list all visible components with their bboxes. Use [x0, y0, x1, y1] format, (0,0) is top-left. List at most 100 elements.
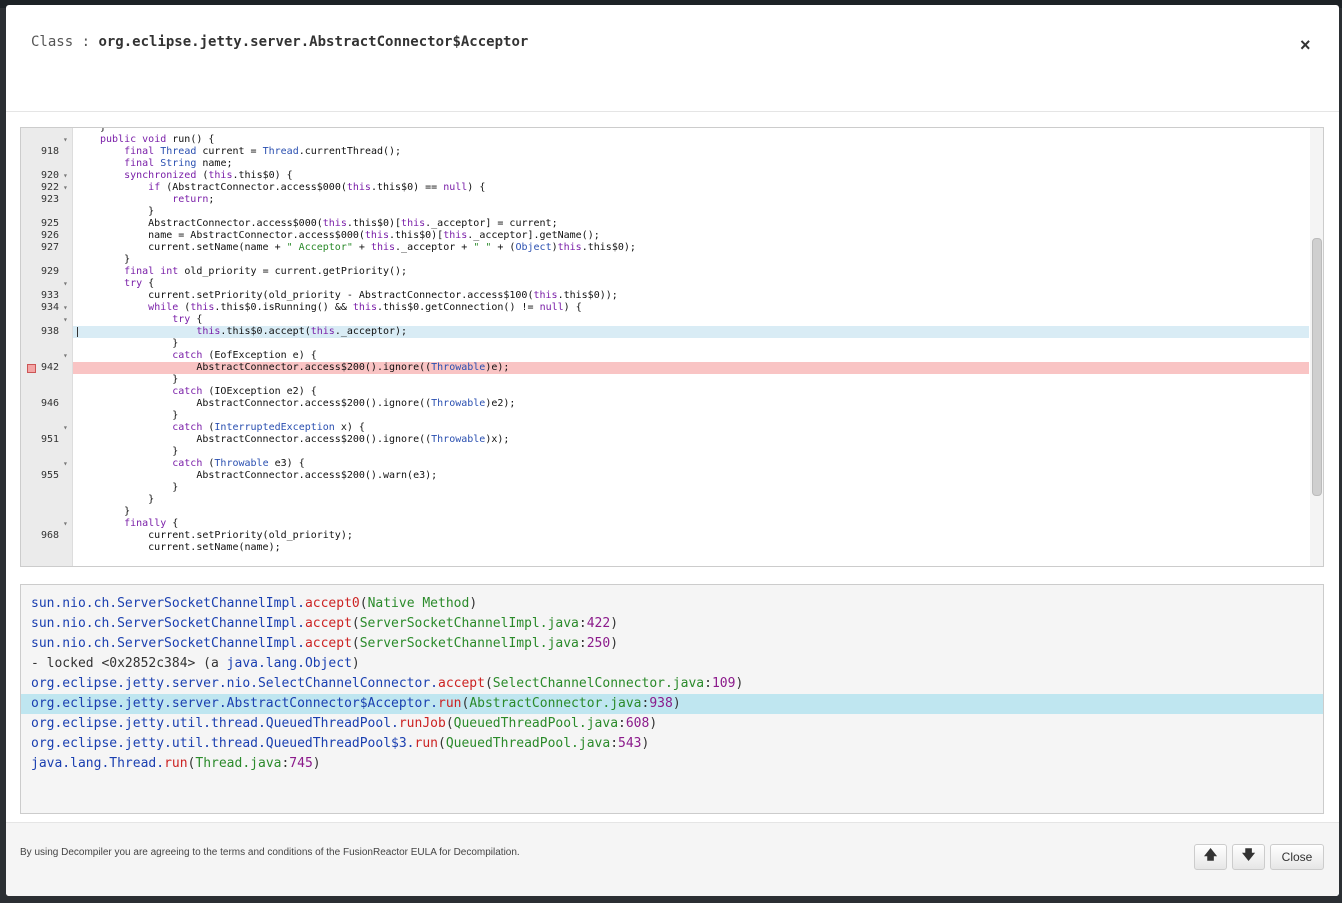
frame-mth: run — [438, 696, 462, 711]
fold-toggle-icon[interactable]: ▾ — [63, 518, 71, 530]
code-text: } — [100, 494, 155, 505]
code-text: } — [100, 410, 179, 421]
code-line: 918 final Thread current = Thread.curren… — [21, 146, 1309, 158]
frame-cls: org.eclipse.jetty.util.thread.QueuedThre… — [31, 716, 399, 731]
stack-frame-text: org.eclipse.jetty.server.nio.SelectChann… — [31, 674, 743, 694]
decompiler-dialog: Class : org.eclipse.jetty.server.Abstrac… — [6, 5, 1339, 896]
code-line: current.setName(name); — [21, 542, 1309, 554]
frame-plain: : — [704, 676, 712, 691]
code-text: current.setPriority(old_priority); — [100, 530, 353, 541]
code-line: 938 this.this$0.accept(this._acceptor); — [21, 326, 1309, 338]
stack-frame-text: sun.nio.ch.ServerSocketChannelImpl.accep… — [31, 614, 618, 634]
frame-num: 109 — [711, 676, 736, 691]
close-button[interactable]: Close — [1270, 844, 1324, 870]
fold-toggle-icon[interactable]: ▾ — [63, 350, 71, 362]
dialog-title: Class : org.eclipse.jetty.server.Abstrac… — [31, 34, 528, 50]
frame-plain: ) — [351, 656, 360, 671]
fold-toggle-icon[interactable]: ▾ — [63, 302, 71, 314]
stack-frame[interactable]: org.eclipse.jetty.server.AbstractConnect… — [21, 694, 1323, 714]
code-text: current.setName(name); — [100, 542, 281, 553]
stack-frame[interactable]: sun.nio.ch.ServerSocketChannelImpl.accep… — [21, 614, 1323, 634]
stack-frame[interactable]: org.eclipse.jetty.server.nio.SelectChann… — [21, 674, 1323, 694]
code-text: public void run() { — [100, 134, 215, 145]
code-line: } — [21, 206, 1309, 218]
code-text: catch (InterruptedException x) { — [172, 422, 365, 433]
fold-toggle-icon[interactable]: ▾ — [63, 182, 71, 194]
frame-num: 422 — [586, 616, 611, 631]
code-line: 933 current.setPriority(old_priority - A… — [21, 290, 1309, 302]
line-number: 920 — [40, 170, 59, 181]
close-icon[interactable]: × — [1300, 36, 1311, 54]
line-number: 923 — [40, 194, 59, 205]
line-number: 922 — [40, 182, 59, 193]
stack-frame-text: org.eclipse.jetty.server.AbstractConnect… — [31, 694, 681, 714]
dialog-header: Class : org.eclipse.jetty.server.Abstrac… — [6, 5, 1339, 112]
code-text: AbstractConnector.access$200().ignore((T… — [100, 398, 516, 409]
frame-src: QueuedThreadPool.java — [445, 736, 611, 751]
stack-frame-text: sun.nio.ch.ServerSocketChannelImpl.accep… — [31, 634, 618, 654]
code-line: ▾ catch (Throwable e3) { — [21, 458, 1309, 470]
frame-plain: ) — [312, 756, 321, 771]
frame-plain: ) — [641, 736, 650, 751]
code-scrollbar-thumb[interactable] — [1312, 238, 1322, 496]
frame-num: 938 — [649, 696, 673, 711]
stack-frame[interactable]: sun.nio.ch.ServerSocketChannelImpl.accep… — [21, 634, 1323, 654]
frame-plain: : — [610, 736, 619, 751]
previous-button[interactable]: 🡅 — [1194, 844, 1227, 870]
code-text: final String name; — [124, 158, 233, 169]
code-line: 922 ▾ if (AbstractConnector.access$000(th… — [21, 182, 1309, 194]
code-text: finally { — [124, 518, 179, 529]
frame-plain: ( — [445, 716, 454, 731]
code-line: final String name; — [21, 158, 1309, 170]
fold-toggle-icon[interactable]: ▾ — [63, 422, 71, 434]
code-line: 951 AbstractConnector.access$200().ignor… — [21, 434, 1309, 446]
stack-frame-text: org.eclipse.jetty.util.thread.QueuedThre… — [31, 714, 657, 734]
code-text: } — [100, 254, 131, 265]
frame-src: SelectChannelConnector.java — [492, 676, 705, 691]
frame-cls: org.eclipse.jetty.server.nio.SelectChann… — [31, 676, 438, 691]
frame-plain: ) — [610, 636, 619, 651]
code-line: } — [21, 374, 1309, 386]
line-number: 946 — [40, 398, 59, 409]
code-text: AbstractConnector.access$200().warn(e3); — [100, 470, 438, 481]
code-line: 968 current.setPriority(old_priority); — [21, 530, 1309, 542]
frame-plain: : — [618, 716, 626, 731]
code-text: catch (EofException e) { — [172, 350, 317, 361]
code-text: final int old_priority = current.getPrio… — [124, 266, 408, 277]
stack-frame[interactable]: org.eclipse.jetty.util.thread.QueuedThre… — [21, 714, 1323, 734]
arrow-down-icon: 🡇 — [1241, 847, 1256, 862]
line-number: 968 — [40, 530, 59, 541]
fold-toggle-icon[interactable]: ▾ — [63, 278, 71, 290]
frame-src: ServerSocketChannelImpl.java — [359, 616, 579, 631]
fold-toggle-icon[interactable]: ▾ — [63, 314, 71, 326]
frame-plain: ) — [649, 716, 658, 731]
frame-cls: org.eclipse.jetty.util.thread.QueuedThre… — [31, 736, 415, 751]
fold-toggle-icon[interactable]: ▾ — [63, 170, 71, 182]
next-button[interactable]: 🡇 — [1232, 844, 1265, 870]
code-line: } — [21, 482, 1309, 494]
stack-frame[interactable]: org.eclipse.jetty.util.thread.QueuedThre… — [21, 734, 1323, 754]
code-line: } — [21, 254, 1309, 266]
code-text: AbstractConnector.access$200().ignore((T… — [100, 434, 510, 445]
stack-frame[interactable]: sun.nio.ch.ServerSocketChannelImpl.accep… — [21, 594, 1323, 614]
code-text: try { — [172, 314, 203, 325]
stack-frame[interactable]: java.lang.Thread.run(Thread.java:745) — [21, 754, 1323, 774]
arrow-up-icon: 🡅 — [1203, 847, 1218, 862]
stack-frame-text: - locked <0x2852c384> (a java.lang.Objec… — [31, 654, 360, 674]
line-number: 925 — [40, 218, 59, 229]
frame-num: 745 — [289, 756, 313, 771]
frame-mth: accept — [438, 676, 485, 691]
code-line: } — [21, 128, 1309, 134]
stack-frame-text: sun.nio.ch.ServerSocketChannelImpl.accep… — [31, 594, 477, 614]
frame-num: 250 — [586, 636, 611, 651]
code-line: ▾ catch (InterruptedException x) { — [21, 422, 1309, 434]
frame-num: 608 — [625, 716, 650, 731]
fold-toggle-icon[interactable]: ▾ — [63, 134, 71, 146]
stack-frame[interactable]: - locked <0x2852c384> (a java.lang.Objec… — [21, 654, 1323, 674]
frame-plain: ) — [672, 696, 681, 711]
stack-trace: sun.nio.ch.ServerSocketChannelImpl.accep… — [20, 584, 1324, 814]
code-editor[interactable]: } ▾ public void run() {918 final Thread cu… — [20, 127, 1324, 567]
code-text: catch (Throwable e3) { — [172, 458, 305, 469]
fold-toggle-icon[interactable]: ▾ — [63, 458, 71, 470]
code-text: } — [100, 338, 179, 349]
